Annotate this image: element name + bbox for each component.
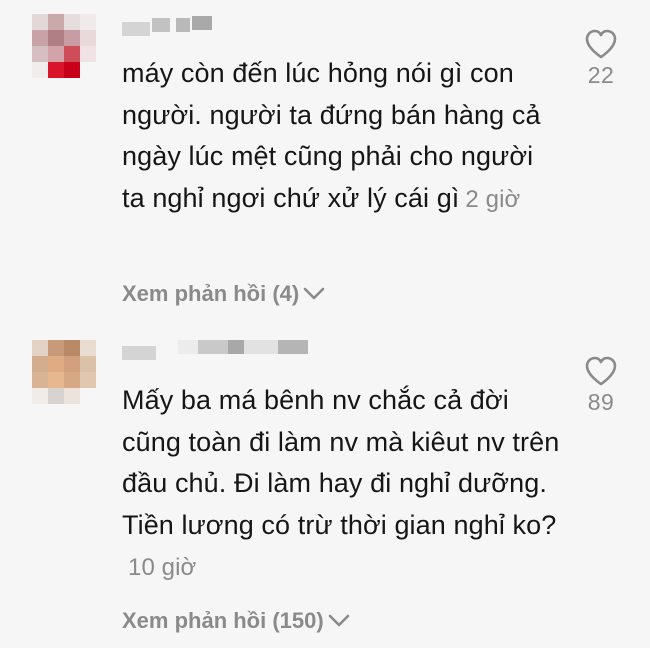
comment-timestamp: 2 giờ: [465, 185, 521, 213]
avatar[interactable]: [32, 340, 96, 404]
comment-body: Mấy ba má bênh nv chắc cả đời cũng toàn …: [122, 385, 560, 540]
like-button[interactable]: 22: [578, 28, 624, 89]
username-blurred[interactable]: [122, 16, 222, 36]
like-count: 89: [587, 389, 615, 415]
comment-timestamp: 10 giờ: [128, 554, 197, 582]
heart-outline-icon: [585, 29, 617, 59]
view-replies-label: Xem phản hồi (150): [122, 608, 324, 633]
comment-text: Mấy ba má bênh nv chắc cả đời cũng toàn …: [122, 380, 562, 589]
view-replies-label: Xem phản hồi (4): [122, 281, 300, 306]
comment-item: máy còn đến lúc hỏng nói gì con người. n…: [0, 0, 650, 320]
username-blurred[interactable]: [122, 340, 322, 360]
avatar[interactable]: [32, 14, 96, 78]
view-replies-button[interactable]: Xem phản hồi (4): [122, 281, 325, 307]
comment-text: máy còn đến lúc hỏng nói gì con người. n…: [122, 53, 562, 220]
view-replies-button[interactable]: Xem phản hồi (150): [122, 608, 350, 634]
heart-outline-icon: [585, 356, 617, 386]
like-count: 22: [587, 62, 615, 88]
chevron-down-icon: [303, 287, 325, 300]
comment-item: Mấy ba má bênh nv chắc cả đời cũng toàn …: [0, 320, 650, 648]
like-button[interactable]: 89: [578, 355, 624, 416]
chevron-down-icon: [328, 614, 350, 627]
